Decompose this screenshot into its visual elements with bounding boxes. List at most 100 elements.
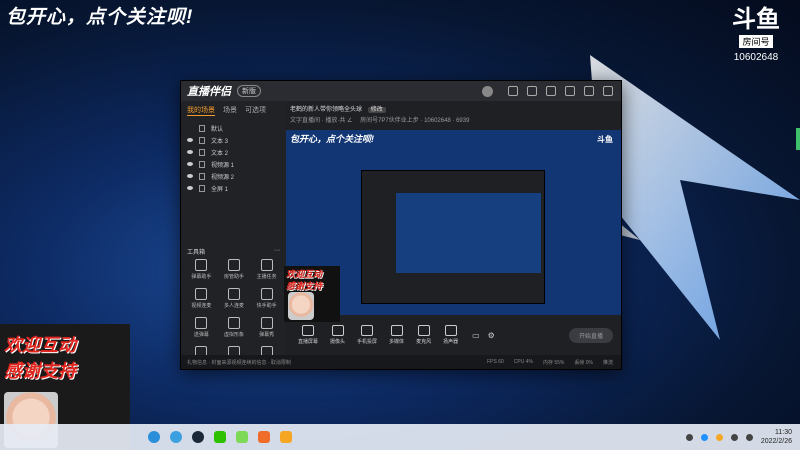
list-item[interactable]: 全屏 1 — [181, 182, 286, 194]
status-message: 礼物信息 · 封面来源视频连续的信息 · 取消限制 — [187, 359, 291, 366]
tool-danmu-show[interactable]: 弹幕秀 — [250, 317, 283, 338]
room-info: 老鹤的新人带你领略全头球 修改 文字直播间 · 播放·共 ∠ 房间号7P7伙伴业… — [286, 101, 621, 129]
toolbox-title: 工具箱 — [187, 250, 206, 256]
browser-icon[interactable] — [170, 431, 182, 443]
lock-icon[interactable] — [199, 136, 205, 144]
clock-time: 11:30 — [775, 429, 792, 436]
eye-icon[interactable] — [187, 150, 193, 154]
multi-user-icon — [227, 288, 240, 300]
menu-icon[interactable] — [546, 86, 556, 96]
steam-icon[interactable] — [192, 431, 204, 443]
danmu-send-icon — [195, 317, 208, 329]
speaker-button[interactable]: 扬声器 — [443, 325, 458, 345]
eye-icon[interactable] — [187, 162, 193, 166]
edge-handle[interactable] — [796, 128, 800, 150]
maximize-icon[interactable] — [584, 86, 594, 96]
user-avatar[interactable] — [482, 85, 493, 97]
settings-icon[interactable]: ⚙ — [488, 331, 495, 340]
lock-icon[interactable] — [199, 184, 205, 192]
eye-icon[interactable] — [187, 186, 193, 190]
eye-icon[interactable] — [187, 138, 193, 142]
lock-icon[interactable] — [199, 172, 205, 180]
lock-icon[interactable] — [199, 124, 205, 132]
live-companion-window: 直播伴侣 新版 我的场景 场景 可选项 默认 文本 3 文本 2 视频源 1 视… — [180, 80, 622, 370]
list-item[interactable]: 视频源 2 — [181, 170, 286, 182]
phone-cast-button[interactable]: 手机投屏 — [357, 325, 377, 345]
system-tray: 11:30 2022/2/26 — [685, 428, 792, 446]
gift-icon[interactable] — [527, 86, 537, 96]
lock-icon[interactable] — [199, 148, 205, 156]
app-logo: 直播伴侣 — [187, 86, 231, 98]
minimize-icon[interactable] — [565, 86, 575, 96]
list-item[interactable]: 视频源 1 — [181, 158, 286, 170]
title-bar: 直播伴侣 新版 — [181, 81, 621, 101]
taskbar-apps — [148, 431, 292, 443]
show-icon — [260, 317, 273, 329]
list-item[interactable]: 文本 2 — [181, 146, 286, 158]
clock[interactable]: 11:30 2022/2/26 — [761, 428, 792, 446]
tool-label: 主播任务 — [256, 274, 277, 280]
version-badge[interactable]: 新版 — [237, 85, 261, 97]
close-icon[interactable] — [603, 86, 613, 96]
camera-button[interactable]: 摄像头 — [330, 325, 345, 345]
tool-danmu-helper[interactable]: 弹幕助手 — [185, 259, 218, 280]
eye-icon[interactable] — [187, 174, 193, 178]
control-label: 扬声器 — [443, 339, 459, 345]
lock-icon[interactable] — [199, 160, 205, 168]
status-stats: FPS 60 CPU 4% 内存 55% 丢帧 0% 推流 — [487, 359, 613, 366]
source-label: 视频源 1 — [211, 162, 235, 169]
list-item[interactable]: 默认 — [181, 122, 286, 134]
toolbox-header: 工具箱 ⋯ — [181, 241, 286, 258]
tray-app-icon[interactable] — [700, 433, 708, 441]
tool-send-danmu[interactable]: 送弹幕 — [185, 317, 218, 338]
tool-label: 多人连麦 — [223, 303, 244, 309]
avatar-icon — [227, 317, 240, 329]
volume-icon[interactable] — [745, 433, 753, 441]
start-live-button[interactable]: 开始直播 — [568, 327, 613, 343]
tool-video-link[interactable]: 视频连麦 — [185, 288, 218, 309]
message-icon[interactable] — [508, 86, 518, 96]
phone-icon — [361, 325, 374, 336]
more-icon[interactable]: ⋯ — [274, 247, 280, 256]
tool-anchor-task[interactable]: 主播任务 — [250, 259, 283, 280]
scene-tabs: 我的场景 场景 可选项 — [181, 101, 286, 120]
record-icon[interactable]: ▭ — [472, 331, 480, 340]
nested-window-preview — [361, 170, 545, 304]
edit-room-button[interactable]: 修改 — [367, 107, 386, 113]
tool-avatar[interactable]: 虚拟形象 — [218, 317, 251, 338]
room-title[interactable]: 老鹤的新人带你领略全头球 — [290, 107, 362, 113]
screen-capture-button[interactable]: 直播屏幕 — [298, 325, 318, 345]
tab-options[interactable]: 可选项 — [245, 105, 266, 116]
source-label: 视频源 2 — [211, 174, 235, 181]
orange-app-icon[interactable] — [258, 431, 270, 443]
tab-my-scene[interactable]: 我的场景 — [187, 105, 215, 116]
tool-label: 视频连麦 — [191, 303, 212, 309]
control-label: 摄像头 — [330, 339, 346, 345]
tool-label: 虚拟形象 — [223, 332, 244, 338]
microphone-tray-icon[interactable] — [685, 433, 693, 441]
media-button[interactable]: 多媒体 — [389, 325, 404, 345]
network-icon[interactable] — [730, 433, 738, 441]
stat-memory: 内存 55% — [542, 359, 565, 366]
room-category[interactable]: 文字直播间 · 播放·共 ∠ — [290, 118, 352, 124]
camera-icon — [331, 325, 344, 336]
live-companion-taskbar-icon[interactable] — [280, 431, 292, 443]
tool-room-admin[interactable]: 房管助手 — [218, 259, 251, 280]
helper-icon — [260, 288, 273, 300]
nested-preview — [396, 193, 541, 273]
tool-kuaishou[interactable]: 快手助手 — [250, 288, 283, 309]
tray-app-icon[interactable] — [715, 433, 723, 441]
preview-logo-mark: 斗鱼 — [597, 135, 613, 144]
list-item[interactable]: 文本 3 — [181, 134, 286, 146]
source-label: 默认 — [211, 126, 224, 133]
tool-multi-link[interactable]: 多人连麦 — [218, 288, 251, 309]
wechat-icon[interactable] — [214, 431, 226, 443]
stat-dropped: 丢帧 0% — [574, 359, 593, 366]
edge-icon[interactable] — [148, 431, 160, 443]
tab-scene[interactable]: 场景 — [223, 105, 237, 116]
control-label: 直播屏幕 — [298, 339, 319, 345]
microphone-button[interactable]: 麦克风 — [416, 325, 431, 345]
green-app-icon[interactable] — [236, 431, 248, 443]
douyu-logo: 斗鱼 房间号 10602648 — [726, 8, 786, 64]
media-icon — [390, 325, 403, 336]
